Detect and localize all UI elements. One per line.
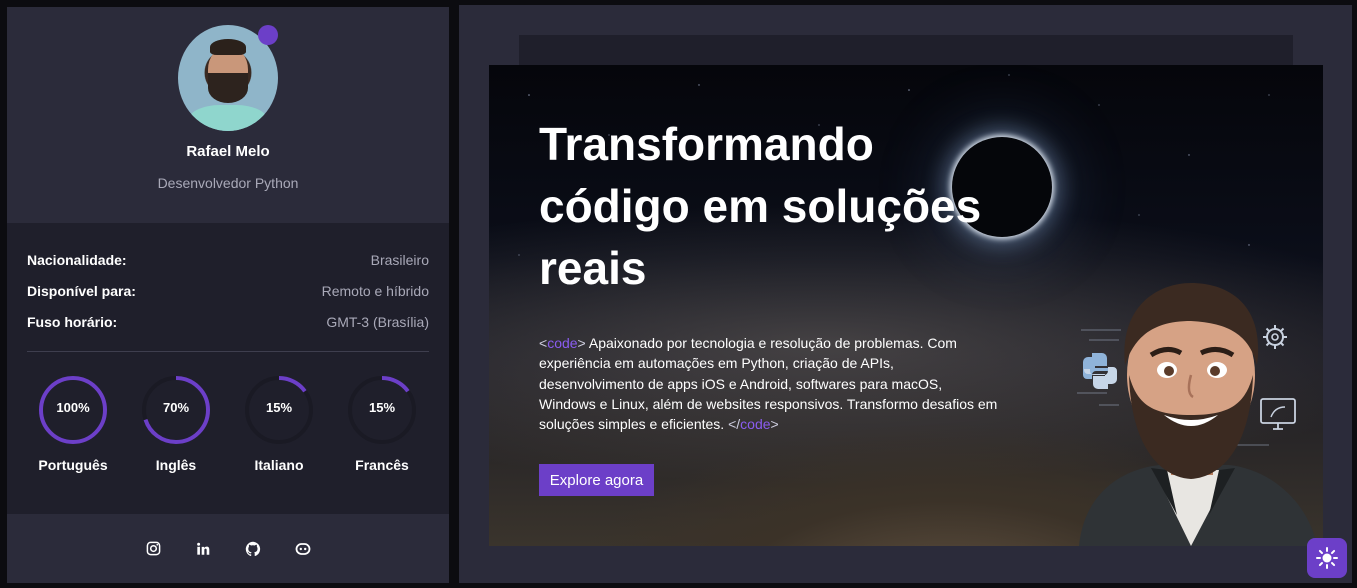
code-tag-close-close: > — [770, 416, 779, 433]
social-links — [7, 514, 449, 583]
gear-icon — [1263, 325, 1287, 349]
detail-value: Brasileiro — [370, 252, 429, 268]
code-tag-close-bracket: </ — [728, 416, 741, 433]
profile-sidebar: Rafael Melo Desenvolvedor Python Naciona… — [7, 7, 449, 583]
language-percent: 15% — [368, 400, 396, 415]
language-percent: 15% — [265, 400, 293, 415]
profile-details: Nacionalidade: Brasileiro Disponível par… — [7, 223, 449, 514]
language-skill-french: 15% Francês — [342, 375, 422, 485]
language-percent: 70% — [162, 400, 190, 415]
code-tag-open-name: code — [547, 335, 578, 351]
language-skill-english: 70% Inglês — [136, 375, 216, 485]
detail-label: Fuso horário: — [27, 314, 118, 330]
detail-label: Nacionalidade: — [27, 252, 127, 268]
language-name: Italiano — [254, 457, 304, 473]
divider — [27, 351, 429, 352]
language-skill-italian: 15% Italiano — [239, 375, 319, 485]
code-tag-open-bracket: < — [539, 335, 548, 351]
language-name: Francês — [355, 457, 409, 473]
detail-value: Remoto e híbrido — [321, 283, 429, 299]
language-percent: 100% — [56, 400, 90, 415]
language-skill-portuguese: 100% Português — [33, 375, 113, 485]
developer-illustration — [1077, 283, 1317, 546]
language-name: Inglês — [155, 457, 197, 473]
detail-timezone: Fuso horário: GMT-3 (Brasília) — [27, 312, 429, 332]
sun-icon — [1316, 547, 1338, 569]
detail-availability: Disponível para: Remoto e híbrido — [27, 281, 429, 301]
theme-toggle-button[interactable] — [1307, 538, 1347, 578]
detail-value: GMT-3 (Brasília) — [326, 314, 429, 330]
hero-title: Transformando código em soluções reais — [539, 118, 982, 294]
profile-name: Rafael Melo — [186, 143, 270, 160]
language-name: Português — [38, 457, 108, 473]
profile-role: Desenvolvedor Python — [157, 175, 299, 191]
github-icon[interactable] — [245, 541, 261, 557]
instagram-icon[interactable] — [145, 541, 161, 557]
python-logo-icon — [1083, 353, 1117, 389]
monitor-icon — [1260, 398, 1296, 430]
online-status-dot — [258, 25, 278, 45]
hero-description: <code> Apaixonado por tecnologia e resol… — [539, 333, 999, 434]
profile-card: Rafael Melo Desenvolvedor Python — [7, 7, 449, 223]
main-panel: Transformando código em soluções reais <… — [459, 5, 1352, 583]
discord-icon[interactable] — [295, 541, 311, 557]
detail-label: Disponível para: — [27, 283, 136, 299]
hero-section: Transformando código em soluções reais <… — [489, 65, 1323, 546]
explore-button[interactable]: Explore agora — [539, 464, 654, 496]
code-tag-close-name: code — [740, 416, 771, 433]
code-tag-open-close: > — [577, 335, 586, 351]
linkedin-icon[interactable] — [195, 541, 211, 557]
detail-nationality: Nacionalidade: Brasileiro — [27, 250, 429, 270]
